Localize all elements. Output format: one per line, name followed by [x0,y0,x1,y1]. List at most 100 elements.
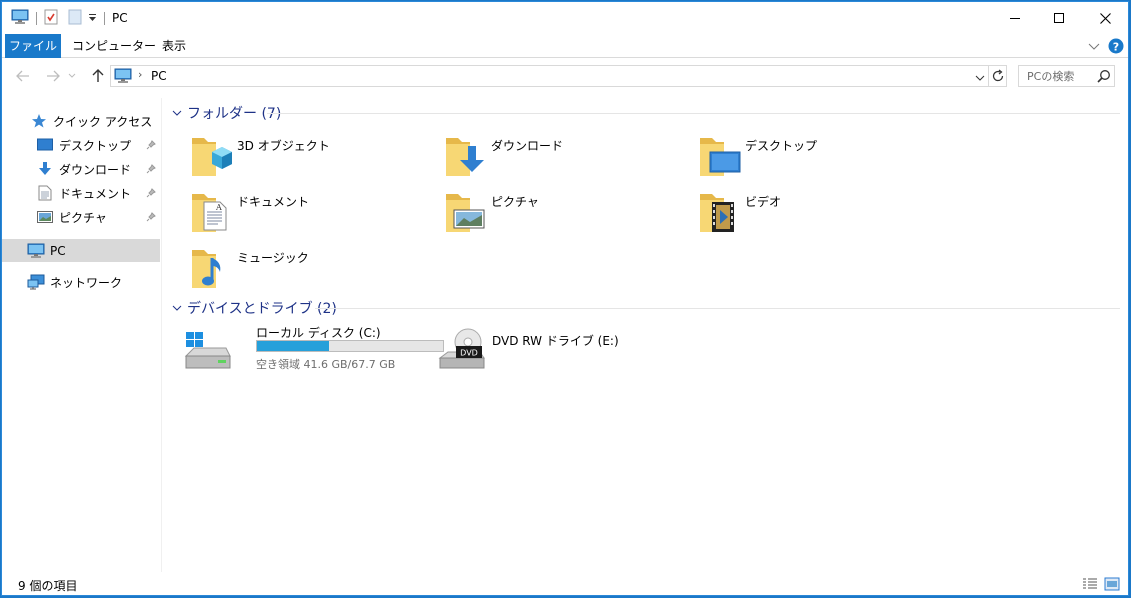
sidebar-item-label: ピクチャ [59,210,107,225]
title-bar: PC [2,2,1128,34]
separator [988,66,989,86]
folder-label: ビデオ [745,195,782,209]
computer-icon [27,242,45,260]
download-icon [444,132,488,178]
sidebar-item-label: PC [50,243,66,258]
large-icons-view-icon[interactable] [1104,577,1120,594]
sidebar-item-quick-access[interactable]: クイック アクセス [30,110,160,132]
ribbon-expand-icon[interactable] [1088,40,1100,54]
drive-free-space: 空き領域 41.6 GB/67.7 GB [256,358,396,371]
document-icon [36,184,54,202]
breadcrumb-pc[interactable]: PC [151,69,167,83]
sidebar-item-downloads[interactable]: ダウンロード [36,158,160,180]
drive-label: DVD RW ドライブ (E:) [492,334,619,348]
search-box[interactable] [1018,65,1115,87]
ribbon: ファイル コンピューター 表示 ? [2,34,1128,58]
picture-icon [36,208,54,226]
close-button[interactable] [1082,2,1128,34]
dvd-drive-icon: DVD [438,328,486,375]
tab-computer[interactable]: コンピューター [64,34,164,58]
sidebar-item-label: ネットワーク [50,275,123,290]
new-folder-icon[interactable] [68,9,82,28]
document-icon: A [190,188,234,234]
sidebar-item-label: クイック アクセス [53,114,153,129]
drive-usage-fill [257,341,329,351]
sidebar-item-network[interactable]: ネットワーク [27,271,160,293]
drive-usage-bar [256,340,444,352]
drive-tile-e[interactable]: DVD DVD RW ドライブ (E:) [438,324,678,374]
sidebar-item-pictures[interactable]: ピクチャ [36,206,160,228]
folder-tile-desktop[interactable]: デスクトップ [698,132,938,182]
address-dropdown-icon[interactable] [975,71,985,85]
sidebar-item-label: ダウンロード [59,162,132,177]
folder-tile-pictures[interactable]: ピクチャ [444,188,684,238]
drive-tile-c[interactable]: ローカル ディスク (C:) 空き領域 41.6 GB/67.7 GB [184,324,446,374]
sidebar-item-desktop[interactable]: デスクトップ [36,134,160,156]
3d-objects-icon [190,132,234,178]
customize-dropdown-icon[interactable] [88,11,97,25]
separator [36,11,37,25]
up-button[interactable] [88,66,108,86]
recent-locations-icon[interactable] [66,66,78,86]
svg-text:DVD: DVD [460,349,478,358]
pin-icon[interactable] [146,187,156,201]
navigation-pane: クイック アクセス デスクトップ ダウンロード ドキュメント ピクチャ PC ネ… [2,98,162,572]
status-bar: 9 個の項目 [2,574,1128,595]
sidebar-item-label: ドキュメント [59,186,132,201]
network-icon [27,273,45,291]
folder-tile-downloads[interactable]: ダウンロード [444,132,684,182]
folder-label: ダウンロード [491,139,564,153]
sidebar-item-documents[interactable]: ドキュメント [36,182,160,204]
tab-view[interactable]: 表示 [152,34,196,58]
folder-label: ピクチャ [491,195,539,209]
search-icon[interactable] [1097,69,1111,86]
local-disk-icon [184,328,232,375]
refresh-icon[interactable] [992,69,1005,86]
tab-file[interactable]: ファイル [5,34,61,58]
properties-icon[interactable] [44,9,58,28]
video-icon [698,188,742,234]
details-view-icon[interactable] [1082,577,1098,594]
folder-tile-music[interactable]: ミュージック [190,244,430,294]
maximize-button[interactable] [1036,2,1082,34]
computer-icon[interactable] [11,9,29,28]
item-count: 9 個の項目 [18,579,78,593]
address-bar-row: › PC [2,58,1128,94]
forward-button[interactable] [43,66,63,86]
search-input[interactable] [1019,66,1097,86]
music-icon [190,244,234,290]
group-header-drives[interactable]: デバイスとドライブ (2) [172,298,337,318]
group-divider [267,113,1120,114]
explorer-window: PC ファイル コンピューター 表示 ? › PC PCの検索 クイック アクセ… [1,1,1129,596]
folder-label: 3D オブジェクト [237,139,330,153]
folder-label: ドキュメント [237,195,310,209]
sidebar-item-pc[interactable]: PC [2,239,160,262]
breadcrumb-chevron-icon[interactable]: › [138,68,142,81]
group-header-folders[interactable]: フォルダー (7) [172,103,281,123]
computer-icon [114,68,132,87]
collapse-chevron-icon [172,305,182,311]
pin-icon[interactable] [146,163,156,177]
window-title: PC [112,11,128,25]
star-icon [30,112,48,130]
desktop-icon [36,136,54,154]
back-button[interactable] [13,66,33,86]
drive-label: ローカル ディスク (C:) [256,326,381,340]
separator [104,11,105,25]
folder-tile-documents[interactable]: A ドキュメント [190,188,430,238]
minimize-button[interactable] [992,2,1038,34]
pin-icon[interactable] [146,139,156,153]
content-pane: フォルダー (7) 3D オブジェクト ダウンロード デスクトップ A ドキュメ… [164,98,1128,572]
download-icon [36,160,54,178]
svg-text:A: A [215,203,222,212]
folder-label: デスクトップ [745,139,818,153]
help-icon[interactable]: ? [1108,38,1124,57]
folder-label: ミュージック [237,251,309,265]
address-box[interactable]: › PC [110,65,1007,87]
folder-tile-videos[interactable]: ビデオ [698,188,938,238]
collapse-chevron-icon [172,110,182,116]
folder-tile-3d-objects[interactable]: 3D オブジェクト [190,132,430,182]
sidebar-item-label: デスクトップ [59,138,132,153]
desktop-icon [698,132,742,178]
pin-icon[interactable] [146,211,156,225]
